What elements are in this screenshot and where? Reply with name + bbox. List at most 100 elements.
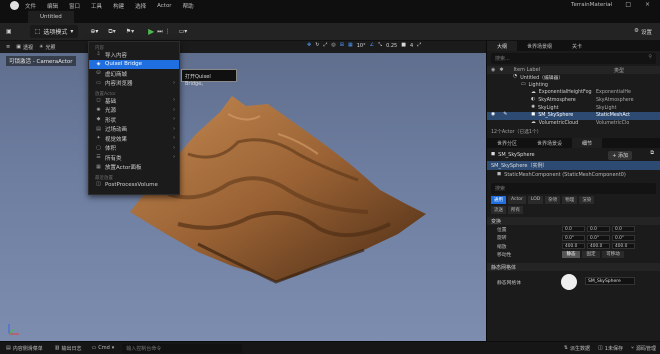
scale-y-field[interactable]: 400.0 [587, 243, 610, 250]
quick-add-button[interactable]: ⊕▾ [90, 28, 98, 35]
outliner-search-input[interactable]: 搜索... ⚲ [491, 53, 656, 64]
eye-icon[interactable]: ◉ [491, 113, 495, 118]
menu-item-marketplace[interactable]: ⛁ 虚幻商城 [89, 69, 179, 79]
grid-snap-icon[interactable]: ▦ [348, 43, 353, 49]
outliner-row[interactable]: ◔ Untitled（编辑器） [487, 74, 660, 82]
rotate-snap-icon[interactable]: ∠ [370, 43, 374, 49]
location-y-field[interactable]: 0.0 [587, 226, 610, 233]
tab-world-settings[interactable]: 世界场景设 [527, 140, 572, 147]
blueprint-icon[interactable]: ⧉ [650, 151, 654, 156]
outliner-row[interactable]: ☁ VolumetricCloud VolumetricClo [487, 120, 660, 128]
rotation-x-field[interactable]: 0.0° [562, 234, 585, 241]
scale-z-field[interactable]: 400.0 [612, 243, 635, 250]
scale-x-field[interactable]: 400.0 [562, 243, 585, 250]
platforms-button[interactable]: ▭▾ [179, 28, 188, 35]
world-space-icon[interactable]: ◎ [331, 43, 335, 49]
unsaved-button[interactable]: ◫ 1未保存 [598, 345, 623, 353]
menu-item-all-classes[interactable]: ☰ 所有类 › [89, 153, 179, 163]
rotation-y-field[interactable]: 0.0° [587, 234, 610, 241]
menu-item-recent-postprocess[interactable]: ◫ PostProcessVolume [89, 180, 179, 190]
mobility-stationary-button[interactable]: 固定 [582, 251, 600, 259]
scale-tool-icon[interactable]: ⤢ [323, 43, 327, 49]
category-rendering[interactable]: 渲染 [579, 196, 595, 205]
camera-speed-icon[interactable]: ■ [401, 43, 406, 49]
menu-file[interactable]: 文件 [25, 2, 36, 10]
col-item-label[interactable]: Item Label [514, 67, 540, 73]
menu-item-visual-effects[interactable]: ✦ 视觉效果 › [89, 134, 179, 144]
derived-data-button[interactable]: ⇅ 派生数据 [564, 345, 590, 353]
window-controls[interactable]: – □ × [608, 1, 656, 8]
menu-item-basic[interactable]: ◻ 基础 › [89, 96, 179, 106]
surface-snap-icon[interactable]: ⊞ [340, 43, 344, 49]
menu-item-cinematics[interactable]: ▤ 过场动画 › [89, 125, 179, 135]
category-lod[interactable]: LOD [527, 196, 544, 205]
category-all[interactable]: 所有 [508, 206, 523, 215]
menu-item-place-actors-panel[interactable]: ▦ 放置Actor面板 [89, 163, 179, 173]
tab-levels[interactable]: 关卡 [562, 43, 592, 50]
cmd-button[interactable]: ▭ Cmd ▾ [92, 345, 115, 351]
mode-select-button[interactable]: ⬚ 选项模式 ▾ [29, 25, 79, 38]
section-static-mesh[interactable]: 静态网格体 [487, 263, 660, 272]
level-tab[interactable]: Untitled [28, 11, 74, 23]
play-button[interactable]: ▶ [148, 27, 154, 36]
menu-item-volumes[interactable]: ▢ 体积 › [89, 144, 179, 154]
menu-help[interactable]: 帮助 [183, 2, 194, 10]
menu-item-import[interactable]: ⇩ 导入内容 [89, 50, 179, 60]
filter-icon[interactable]: ⚲ [648, 55, 652, 60]
grid-snap-value[interactable]: 10° [357, 43, 366, 49]
perspective-button[interactable]: ▣ 透视 [16, 44, 33, 51]
location-z-field[interactable]: 0.0 [612, 226, 635, 233]
tab-outliner[interactable]: 大纲 [487, 41, 518, 51]
tab-details[interactable]: 细节 [572, 138, 603, 149]
play-options-button[interactable]: ⏭ ⋮ [157, 28, 170, 35]
category-physics[interactable]: 物理 [562, 196, 578, 205]
cinematics-button[interactable]: ⚑▾ [126, 28, 134, 35]
location-x-field[interactable]: 0.0 [562, 226, 585, 233]
blueprint-button[interactable]: ⧉▾ [108, 28, 115, 35]
menu-item-shapes[interactable]: ◆ 形状 › [89, 115, 179, 125]
component-row[interactable]: ◼ StaticMeshComponent (StaticMeshCompone… [487, 170, 660, 179]
menu-item-lights[interactable]: ✺ 光源 › [89, 106, 179, 116]
category-general[interactable]: 通用 [491, 196, 506, 205]
category-misc[interactable]: 杂项 [545, 196, 561, 205]
menu-tools[interactable]: 工具 [91, 2, 102, 10]
mobility-movable-button[interactable]: 可移动 [602, 251, 624, 259]
col-type[interactable]: 类型 [614, 67, 624, 74]
details-search-input[interactable]: 搜索 [491, 183, 656, 195]
hamburger-icon[interactable]: ≡ [6, 44, 10, 50]
save-icon[interactable]: ▣ [6, 28, 12, 35]
menu-item-content-browser[interactable]: ▭ 内容浏览器 › [89, 79, 179, 89]
maximize-viewport-icon[interactable]: ⤢ [417, 43, 421, 49]
rotate-tool-icon[interactable]: ↻ [315, 43, 319, 49]
menu-edit[interactable]: 编辑 [47, 2, 58, 10]
mesh-picker[interactable]: SM_SkySphere [585, 277, 635, 286]
unreal-logo-icon[interactable] [10, 1, 19, 10]
camera-speed-value[interactable]: 4 [410, 43, 413, 49]
translate-tool-icon[interactable]: ✥ [307, 43, 311, 49]
source-control-button[interactable]: ⑂ 源码管理 [631, 345, 656, 353]
mobility-static-button[interactable]: 静态 [562, 251, 580, 259]
outliner-row[interactable]: ☁ ExponentialHeightFog ExponentialHe [487, 89, 660, 97]
add-component-button[interactable]: + 添加 [608, 151, 632, 161]
menu-build[interactable]: 构建 [113, 2, 124, 10]
outliner-row[interactable]: ◐ SkyAtmosphere SkyAtmosphere [487, 97, 660, 105]
section-transform[interactable]: 变换 [487, 217, 660, 226]
content-drawer-button[interactable]: ▤ 内容侧滑菜单 [6, 345, 43, 352]
outliner-row[interactable]: ▭ Lighting [487, 82, 660, 90]
rotation-z-field[interactable]: 0.0° [612, 234, 635, 241]
menu-actor[interactable]: Actor [157, 3, 171, 9]
outliner-row-selected[interactable]: ◉ ✎ ◼ SM_SkySphere StaticMeshAct [487, 111, 660, 120]
category-actor[interactable]: Actor [508, 196, 526, 205]
tab-world-partition[interactable]: 世界分区 [487, 140, 527, 147]
outliner-row[interactable]: ✺ SkyLight SkyLight [487, 104, 660, 112]
output-log-button[interactable]: ▥ 输出日志 [55, 345, 82, 352]
menu-item-quixel-bridge[interactable]: ◈ Quixel Bridge [89, 59, 179, 69]
category-streaming[interactable]: 流送 [491, 206, 506, 215]
mesh-thumbnail[interactable] [561, 274, 577, 291]
component-row-selected[interactable]: SM_SkySphere（实例） [487, 161, 660, 171]
scale-snap-value[interactable]: 0.25 [386, 43, 397, 49]
menu-window[interactable]: 窗口 [69, 2, 80, 10]
menu-select[interactable]: 选择 [135, 2, 146, 10]
scale-snap-icon[interactable]: ⤡ [378, 43, 382, 49]
pin-icon[interactable]: ✎ [503, 113, 507, 118]
